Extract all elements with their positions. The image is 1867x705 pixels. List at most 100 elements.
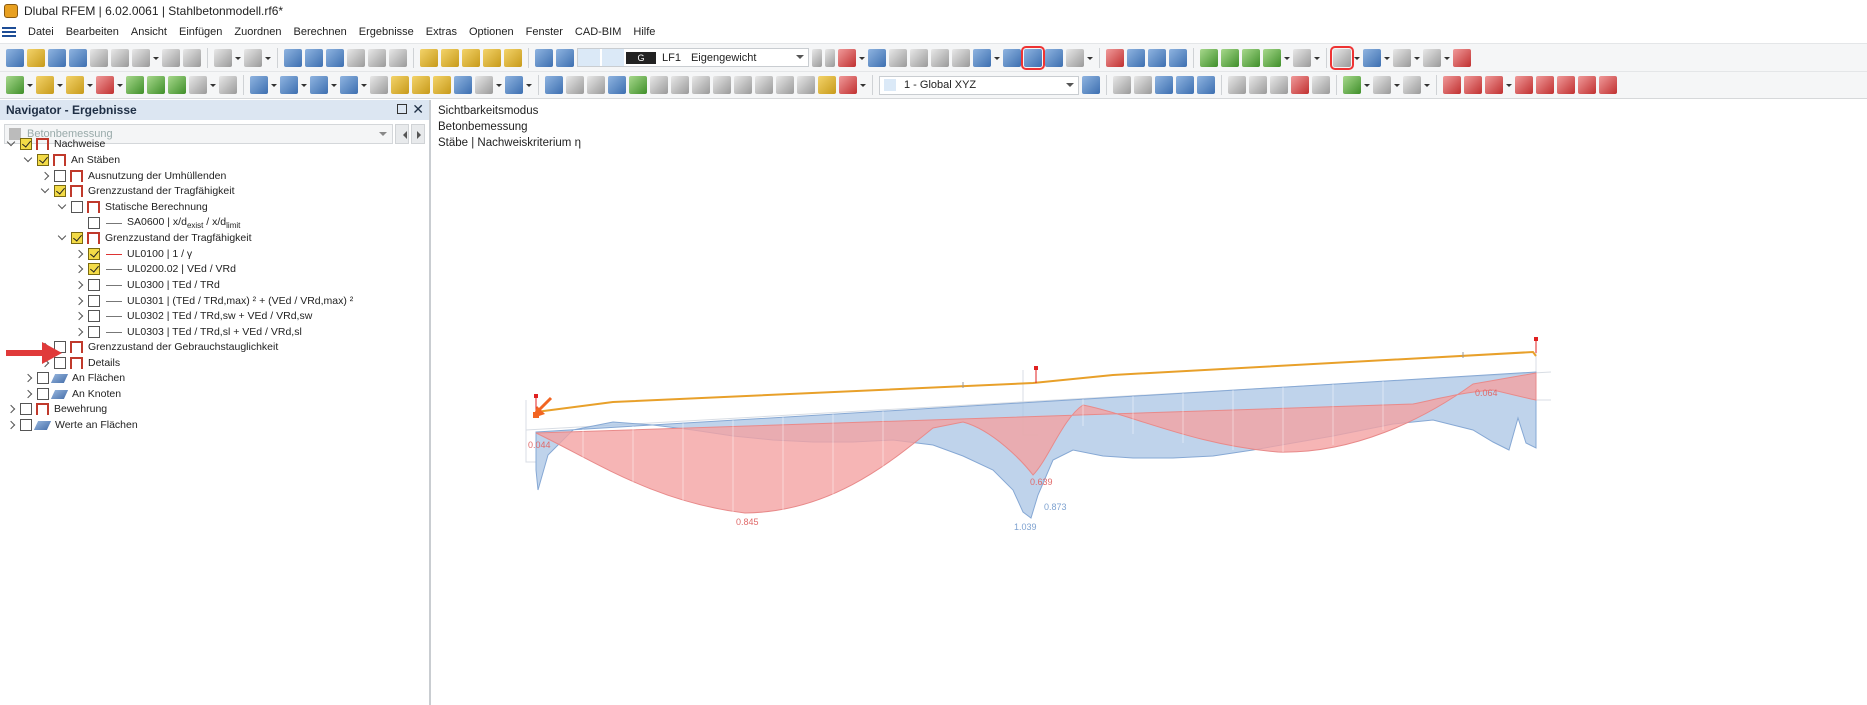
solid-icon[interactable] xyxy=(280,76,298,94)
scale-icon[interactable] xyxy=(1393,48,1411,67)
tree-item[interactable]: UL0100 | 1 / γ xyxy=(72,246,192,262)
print-icon[interactable] xyxy=(132,48,150,67)
coord-system-select[interactable]: 1 - Global XYZ xyxy=(879,75,1079,95)
document-icon[interactable] xyxy=(183,48,201,67)
support-line-icon[interactable] xyxy=(147,76,165,94)
expand-icon[interactable] xyxy=(4,418,18,432)
expand-icon[interactable] xyxy=(72,262,86,276)
new-file-icon[interactable] xyxy=(6,48,24,67)
undo-icon[interactable] xyxy=(214,48,232,67)
menu-optionen[interactable]: Optionen xyxy=(463,22,520,43)
grid-icon[interactable] xyxy=(587,76,605,94)
menu-ergebnisse[interactable]: Ergebnisse xyxy=(353,22,420,43)
axis-x-icon[interactable] xyxy=(1200,48,1218,67)
pin-icon[interactable] xyxy=(397,104,407,114)
calculate-icon[interactable] xyxy=(475,76,493,94)
chart-icon[interactable] xyxy=(839,76,857,94)
tree-item[interactable]: Statische Berechnung xyxy=(55,199,208,215)
values-display-button[interactable] xyxy=(1021,45,1045,70)
menu-bearbeiten[interactable]: Bearbeiten xyxy=(60,22,125,43)
tree-item[interactable]: An Stäben xyxy=(21,152,120,168)
tree-checkbox[interactable] xyxy=(37,372,49,384)
result-numbers-icon[interactable] xyxy=(931,48,949,67)
target-icon[interactable] xyxy=(462,48,480,67)
tree-checkbox[interactable] xyxy=(88,263,100,275)
snap-more-icon[interactable] xyxy=(1197,76,1215,94)
expand-icon[interactable] xyxy=(4,402,18,416)
layer-icon[interactable] xyxy=(1343,76,1361,94)
tree-checkbox[interactable] xyxy=(88,295,100,307)
frame-alt-icon[interactable] xyxy=(433,76,451,94)
tree-checkbox[interactable] xyxy=(54,185,66,197)
table-icon[interactable] xyxy=(454,76,472,94)
align-icon[interactable] xyxy=(713,76,731,94)
menu-einfügen[interactable]: Einfügen xyxy=(173,22,228,43)
line-multi-icon[interactable] xyxy=(66,76,84,94)
draw-spline-icon[interactable] xyxy=(1536,76,1554,94)
opening-icon[interactable] xyxy=(310,76,328,94)
navigator-prev-button[interactable] xyxy=(395,124,409,144)
panel-toggle-icon[interactable] xyxy=(326,48,344,67)
tree-item[interactable]: UL0303 | TEd / TRd,sl + VEd / VRd,sl xyxy=(72,324,302,340)
expand-icon[interactable] xyxy=(72,309,86,323)
tree-checkbox[interactable] xyxy=(88,217,100,229)
tree-item[interactable]: SA0600 | x/dexist / x/dlimit xyxy=(72,215,240,231)
menu-extras[interactable]: Extras xyxy=(420,22,463,43)
expand-icon[interactable] xyxy=(72,294,86,308)
cube-icon[interactable] xyxy=(650,76,668,94)
axis-neg-x-icon[interactable] xyxy=(1263,48,1281,67)
support-surface-icon[interactable] xyxy=(168,76,186,94)
tree-item[interactable]: Grenzzustand der Tragfähigkeit xyxy=(38,183,235,199)
comment-icon[interactable] xyxy=(483,48,501,67)
scissors-icon[interactable] xyxy=(1228,76,1246,94)
explode-icon[interactable] xyxy=(1453,48,1471,67)
draw-curve-icon[interactable] xyxy=(1515,76,1533,94)
result-values-icon[interactable] xyxy=(889,48,907,67)
console-icon[interactable] xyxy=(347,48,365,67)
prev-loadcase-icon[interactable] xyxy=(812,48,822,67)
save-icon[interactable] xyxy=(111,48,129,67)
calculator-icon[interactable] xyxy=(368,48,386,67)
tree-checkbox[interactable] xyxy=(88,310,100,322)
tree-item[interactable]: Bewehrung xyxy=(4,401,107,417)
align-more-icon[interactable] xyxy=(755,76,773,94)
expand-icon[interactable] xyxy=(38,169,52,183)
structure-icon[interactable] xyxy=(535,48,553,67)
table-toggle-icon[interactable] xyxy=(305,48,323,67)
view-result-icon[interactable] xyxy=(868,48,886,67)
navigator-next-button[interactable] xyxy=(411,124,425,144)
collapse-icon[interactable] xyxy=(21,153,35,167)
cloud-icon[interactable] xyxy=(48,48,66,67)
webservice-icon[interactable] xyxy=(69,48,87,67)
tree-checkbox[interactable] xyxy=(71,232,83,244)
pencil-icon[interactable] xyxy=(692,76,710,94)
axis-z-icon[interactable] xyxy=(1242,48,1260,67)
line-icon[interactable] xyxy=(36,76,54,94)
model-check-icon[interactable] xyxy=(505,76,523,94)
filter-icon[interactable] xyxy=(545,76,563,94)
mirror-icon[interactable] xyxy=(1270,76,1288,94)
plane-icon[interactable] xyxy=(629,76,647,94)
draw-more-icon[interactable] xyxy=(1599,76,1617,94)
tree-item[interactable]: An Knoten xyxy=(21,386,121,402)
collapse-icon[interactable] xyxy=(4,137,18,151)
draw-line-icon[interactable] xyxy=(1443,76,1461,94)
navigator-toggle-icon[interactable] xyxy=(284,48,302,67)
tree-item[interactable]: UL0200.02 | VEd / VRd xyxy=(72,261,236,277)
snap-active-icon[interactable] xyxy=(1155,76,1173,94)
expand-icon[interactable] xyxy=(21,371,35,385)
copy-icon[interactable] xyxy=(370,76,388,94)
member-display-icon[interactable] xyxy=(1423,48,1441,67)
expand-icon[interactable] xyxy=(72,278,86,292)
dimension-alt-icon[interactable] xyxy=(219,76,237,94)
expand-icon[interactable] xyxy=(72,247,86,261)
camera-icon[interactable] xyxy=(1312,76,1330,94)
search-icon[interactable] xyxy=(441,48,459,67)
view-box-icon[interactable] xyxy=(1148,48,1166,67)
result-filter-icon[interactable] xyxy=(973,48,991,67)
load-wizard-icon[interactable] xyxy=(420,48,438,67)
tree-checkbox[interactable] xyxy=(20,419,32,431)
axis-neg-y-icon[interactable] xyxy=(1221,48,1239,67)
surface-icon[interactable] xyxy=(250,76,268,94)
arch-icon[interactable] xyxy=(566,76,584,94)
